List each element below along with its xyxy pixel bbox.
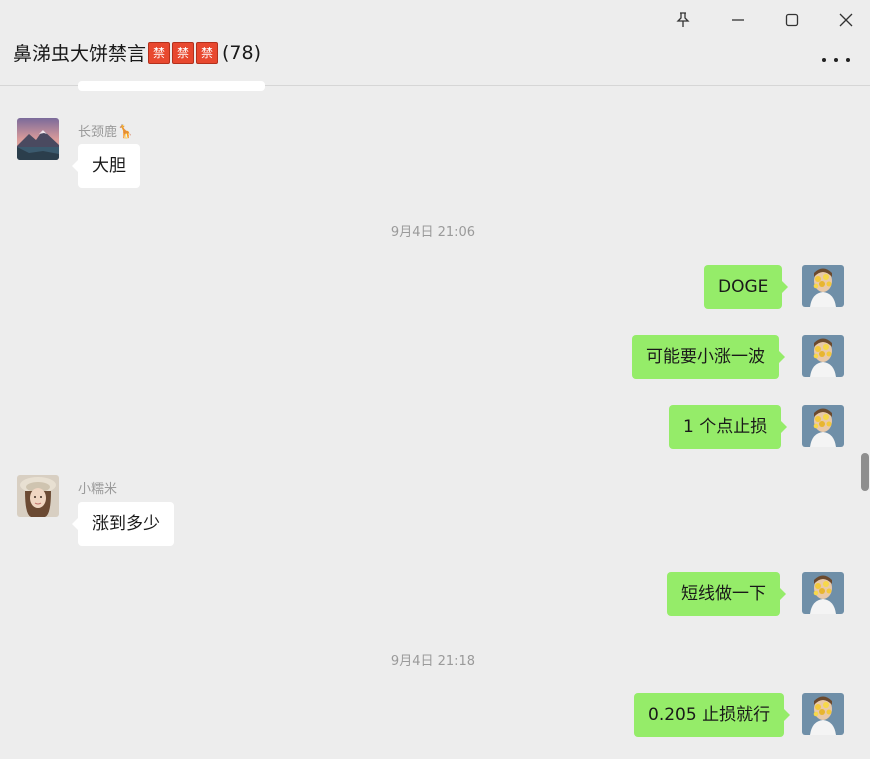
close-button[interactable] bbox=[829, 6, 863, 34]
close-icon bbox=[839, 13, 853, 27]
flower-face-avatar[interactable] bbox=[802, 405, 844, 447]
flower-face-avatar[interactable] bbox=[802, 335, 844, 377]
flower-face-avatar[interactable] bbox=[802, 693, 844, 735]
outgoing-message-bubble[interactable]: 1 个点止损 bbox=[669, 405, 788, 449]
flower-face-avatar[interactable] bbox=[802, 572, 844, 614]
outgoing-message-bubble[interactable]: 可能要小涨一波 bbox=[632, 335, 785, 379]
minimize-button[interactable] bbox=[721, 6, 755, 34]
member-count: (78) bbox=[222, 41, 262, 64]
more-dots-icon bbox=[834, 58, 838, 62]
more-dots-icon bbox=[822, 58, 826, 62]
pin-icon bbox=[676, 12, 690, 27]
outgoing-message-bubble[interactable]: 0.205 止损就行 bbox=[634, 693, 791, 737]
minimize-icon bbox=[732, 19, 744, 21]
message-timestamp: 9月4日 21:06 bbox=[390, 225, 476, 240]
message-list[interactable]: 长颈鹿🦒 大胆 9月4日 21:06 DOGE 可能要小涨一波 1 个点止损 小… bbox=[0, 81, 858, 759]
ban-emoji: 禁 bbox=[148, 41, 171, 64]
sender-name: 小糯米 bbox=[78, 482, 118, 497]
girl-hat-avatar[interactable] bbox=[17, 475, 59, 517]
scrollbar-thumb[interactable] bbox=[861, 453, 869, 491]
outgoing-message-bubble[interactable]: DOGE bbox=[704, 265, 789, 309]
flower-face-avatar[interactable] bbox=[802, 265, 844, 307]
sender-name: 长颈鹿🦒 bbox=[78, 125, 134, 140]
chat-title[interactable]: 鼻涕虫大饼禁言 禁 禁 禁 (78) bbox=[13, 39, 261, 66]
incoming-message-bubble[interactable]: 涨到多少 bbox=[72, 502, 174, 546]
ban-emoji: 禁 bbox=[172, 41, 195, 64]
ban-emoji: 禁 bbox=[196, 41, 219, 64]
more-dots-icon bbox=[846, 58, 850, 62]
incoming-message-bubble[interactable]: 大胆 bbox=[72, 144, 140, 188]
maximize-button[interactable] bbox=[775, 6, 809, 34]
group-name: 鼻涕虫大饼禁言 bbox=[13, 43, 147, 65]
more-options-button[interactable] bbox=[822, 50, 850, 70]
maximize-icon bbox=[785, 13, 799, 27]
pin-button[interactable] bbox=[666, 6, 700, 34]
mountain-lake-avatar[interactable] bbox=[17, 118, 59, 160]
message-timestamp: 9月4日 21:18 bbox=[390, 654, 476, 669]
outgoing-message-bubble[interactable]: 短线做一下 bbox=[667, 572, 786, 616]
title-bar: 鼻涕虫大饼禁言 禁 禁 禁 (78) bbox=[0, 0, 870, 86]
previous-message-bubble bbox=[78, 81, 265, 91]
